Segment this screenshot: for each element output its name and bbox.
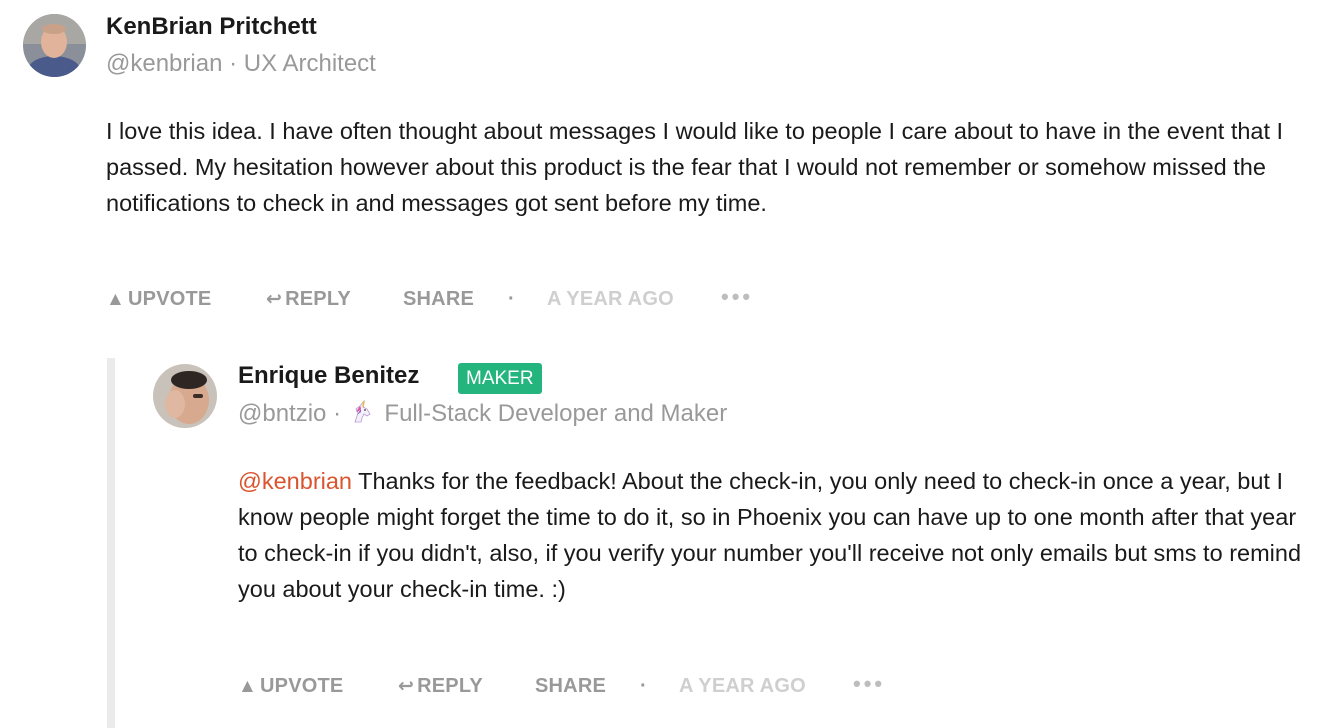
timestamp[interactable]: A YEAR AGO xyxy=(679,675,806,698)
share-button[interactable]: SHARE xyxy=(403,288,474,311)
author-headline: Full-Stack Developer and Maker xyxy=(384,400,728,427)
reply-arrow-icon: ↩ xyxy=(398,676,415,697)
author-handle[interactable]: @bntzio xyxy=(238,400,326,427)
comment-actions: ▲ UPVOTE ↩ REPLY SHARE · A YEAR AGO ••• xyxy=(106,284,1006,316)
action-separator: · xyxy=(640,675,647,697)
more-options-button[interactable]: ••• xyxy=(853,671,885,697)
author-meta: @kenbrian · UX Architect xyxy=(106,50,376,78)
comment-body: @kenbrian Thanks for the feedback! About… xyxy=(238,463,1308,607)
upvote-button[interactable]: ▲ UPVOTE xyxy=(238,675,343,698)
author-name[interactable]: KenBrian Pritchett xyxy=(106,13,317,41)
author-handle[interactable]: @kenbrian xyxy=(106,50,222,77)
avatar[interactable] xyxy=(153,364,217,428)
upvote-label: UPVOTE xyxy=(128,288,212,310)
meta-separator: · xyxy=(333,400,342,427)
author-name[interactable]: Enrique Benitez xyxy=(238,362,419,390)
author-headline: UX Architect xyxy=(243,50,376,77)
meta-separator: · xyxy=(229,50,238,77)
more-options-button[interactable]: ••• xyxy=(721,284,753,310)
share-button[interactable]: SHARE xyxy=(535,675,606,698)
comment-body: I love this idea. I have often thought a… xyxy=(106,118,1284,216)
reply-thread-line xyxy=(107,358,115,728)
maker-badge: MAKER xyxy=(458,363,542,394)
timestamp[interactable]: A YEAR AGO xyxy=(547,288,674,311)
mention-link[interactable]: @kenbrian xyxy=(238,468,352,494)
reply-arrow-icon: ↩ xyxy=(266,289,283,310)
reply-button[interactable]: ↩ REPLY xyxy=(266,288,351,311)
comment-body-text: Thanks for the feedback! About the check… xyxy=(238,468,1302,602)
reply-label: REPLY xyxy=(285,288,351,310)
author-meta: @bntzio · Full-Stack Developer and Maker xyxy=(238,399,728,431)
unicorn-icon xyxy=(350,399,374,431)
upvote-button[interactable]: ▲ UPVOTE xyxy=(106,288,211,311)
reply-button[interactable]: ↩ REPLY xyxy=(398,675,483,698)
avatar[interactable] xyxy=(23,14,86,77)
reply-label: REPLY xyxy=(417,675,483,697)
triangle-up-icon: ▲ xyxy=(106,289,126,310)
action-separator: · xyxy=(508,288,515,310)
upvote-label: UPVOTE xyxy=(260,675,344,697)
comment-actions: ▲ UPVOTE ↩ REPLY SHARE · A YEAR AGO ••• xyxy=(238,671,1138,703)
triangle-up-icon: ▲ xyxy=(238,676,258,697)
